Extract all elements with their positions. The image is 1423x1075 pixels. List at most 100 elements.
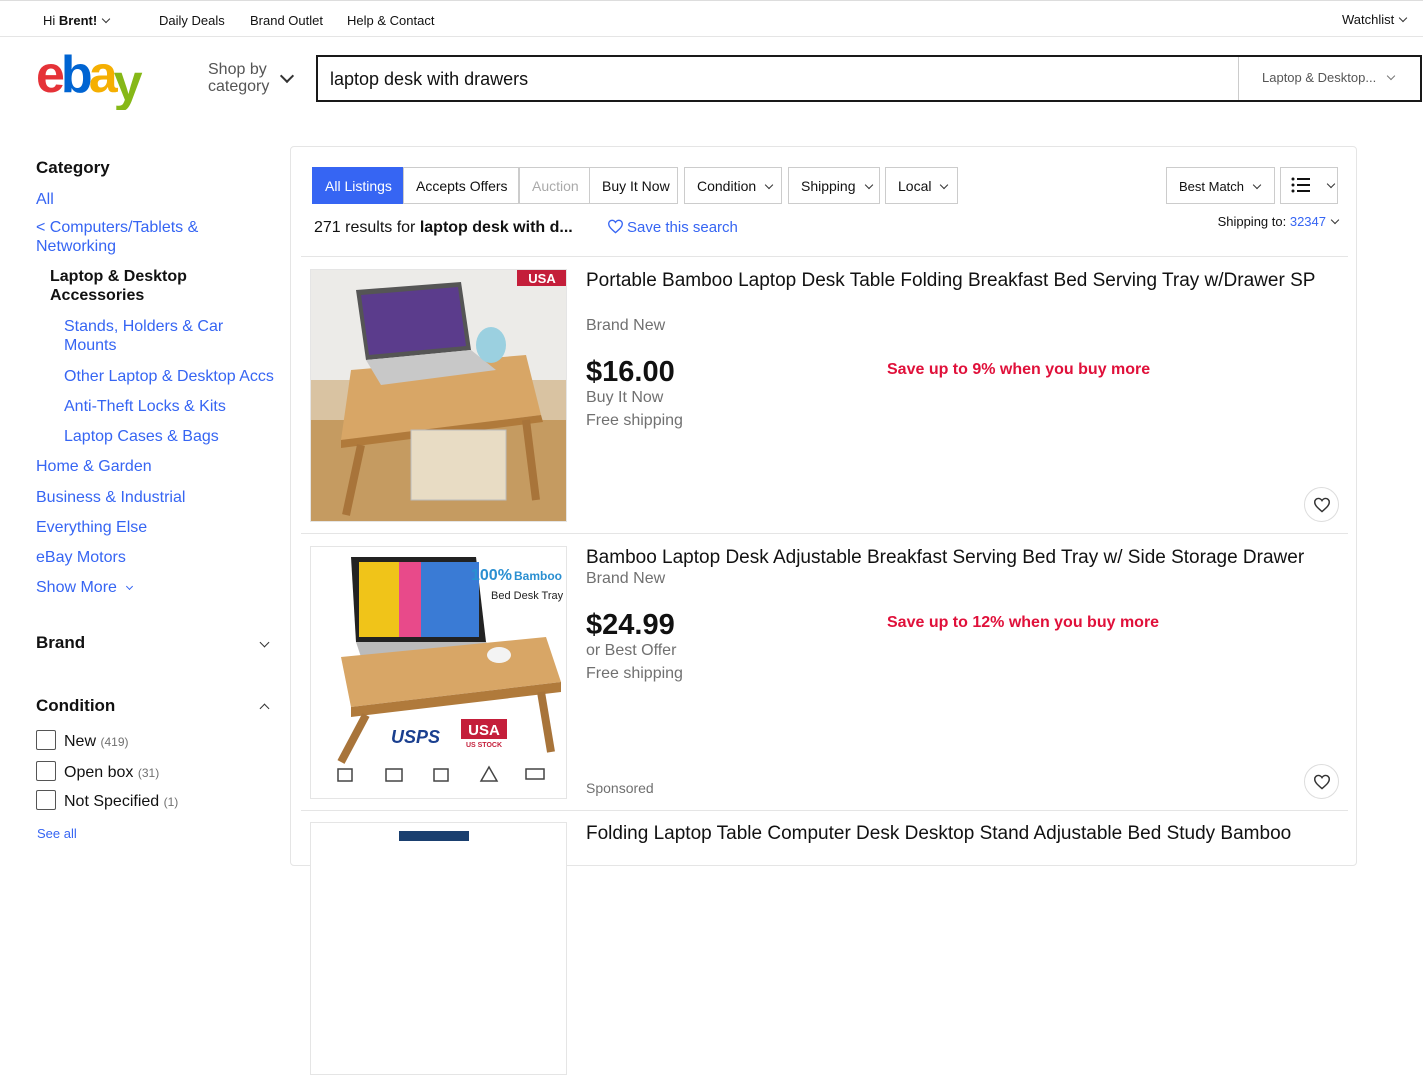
item-format: Buy It Now bbox=[586, 389, 664, 406]
item-promo: Save up to 12% when you buy more bbox=[887, 614, 1160, 631]
chevron-down-icon bbox=[126, 582, 134, 591]
parent-category-link[interactable]: < Computers/Tablets & bbox=[36, 218, 198, 237]
condition-open-box-label[interactable]: Open box (31) bbox=[64, 764, 159, 782]
watchlist-link[interactable]: Watchlist bbox=[1342, 12, 1408, 27]
filter-condition-dropdown[interactable]: Condition bbox=[684, 167, 782, 204]
checkbox-condition-new[interactable] bbox=[36, 730, 56, 750]
chevron-up-icon[interactable] bbox=[259, 703, 270, 714]
results-count: 271 results for laptop desk with d... bbox=[314, 219, 573, 236]
filter-accepts-offers[interactable]: Accepts Offers bbox=[403, 167, 519, 204]
chevron-down-icon bbox=[764, 180, 774, 190]
subcategory-stands-line2[interactable]: Mounts bbox=[64, 336, 116, 355]
filter-auction[interactable]: Auction bbox=[519, 167, 590, 204]
category-select-label: Laptop & Desktop... bbox=[1262, 70, 1377, 85]
item-title-link[interactable]: Bamboo Laptop Desk Adjustable Breakfast … bbox=[586, 546, 1346, 569]
checkbox-condition-not-specified[interactable] bbox=[36, 790, 56, 810]
item-shipping: Free shipping bbox=[586, 665, 683, 682]
top-navigation-bar: Hi Brent! Daily Deals Brand Outlet Help … bbox=[0, 0, 1423, 37]
category-everything-else[interactable]: Everything Else bbox=[36, 518, 147, 537]
see-all-conditions-link[interactable]: See all bbox=[37, 824, 77, 843]
search-input[interactable] bbox=[330, 66, 1230, 92]
subcategory-anti-theft[interactable]: Anti-Theft Locks & Kits bbox=[64, 397, 226, 416]
shipping-zip-link[interactable]: 32347 bbox=[1290, 214, 1326, 229]
item-image[interactable]: USA bbox=[310, 269, 567, 522]
filter-buy-it-now[interactable]: Buy It Now bbox=[589, 167, 678, 204]
chevron-down-icon bbox=[864, 180, 873, 190]
condition-new-label[interactable]: New (419) bbox=[64, 733, 128, 751]
chevron-down-icon bbox=[1399, 13, 1408, 23]
filter-shipping-dropdown[interactable]: Shipping bbox=[788, 167, 880, 204]
chevron-down-icon bbox=[1330, 215, 1340, 225]
shop-by-line1: Shop by bbox=[208, 61, 267, 78]
view-toggle-dropdown[interactable] bbox=[1280, 167, 1338, 204]
show-more-label: Show More bbox=[36, 579, 117, 596]
item-image[interactable]: 100% Bamboo Bed Desk Tray USPS USA US ST… bbox=[310, 546, 567, 799]
help-contact-link[interactable]: Help & Contact bbox=[347, 13, 434, 28]
filter-local-dropdown[interactable]: Local bbox=[885, 167, 958, 204]
shop-by-category-button[interactable]: Shop by category bbox=[208, 61, 269, 95]
subcategory-other-accs[interactable]: Other Laptop & Desktop Accs bbox=[64, 367, 274, 386]
filter-all-listings[interactable]: All Listings bbox=[312, 167, 403, 204]
usa-badge-text: USA bbox=[528, 271, 556, 286]
item-format: or Best Offer bbox=[586, 642, 677, 659]
sort-dropdown[interactable]: Best Match bbox=[1166, 167, 1275, 204]
category-ebay-motors[interactable]: eBay Motors bbox=[36, 548, 126, 567]
sort-label: Best Match bbox=[1179, 179, 1245, 194]
watch-item-button[interactable] bbox=[1304, 764, 1339, 799]
shipping-to[interactable]: Shipping to: 32347 bbox=[1218, 214, 1340, 229]
svg-text:ebay: ebay bbox=[36, 50, 143, 110]
chevron-down-icon bbox=[1386, 71, 1396, 81]
img-usps-logo: USPS bbox=[391, 727, 440, 747]
daily-deals-link[interactable]: Daily Deals bbox=[159, 13, 225, 28]
brand-heading[interactable]: Brand bbox=[36, 633, 85, 652]
results-panel: All Listings Accepts Offers Auction Buy … bbox=[290, 146, 1357, 1075]
condition-not-specified-label[interactable]: Not Specified (1) bbox=[64, 793, 178, 811]
item-title-link[interactable]: Folding Laptop Table Computer Desk Deskt… bbox=[586, 822, 1346, 845]
category-heading: Category bbox=[36, 158, 110, 177]
category-home-garden[interactable]: Home & Garden bbox=[36, 457, 152, 476]
heart-icon bbox=[1313, 497, 1331, 513]
current-category-line2: Accessories bbox=[50, 287, 145, 304]
sponsored-label: Sponsored bbox=[586, 780, 654, 796]
save-search-link[interactable]: Save this search bbox=[607, 219, 738, 236]
item-condition: Brand New bbox=[586, 570, 666, 587]
filter-shipping-label: Shipping bbox=[801, 178, 856, 194]
item-title-link[interactable]: Portable Bamboo Laptop Desk Table Foldin… bbox=[586, 269, 1346, 292]
img-bamboo-word: Bamboo bbox=[514, 569, 562, 583]
show-more-link[interactable]: Show More bbox=[36, 578, 134, 597]
list-view-icon bbox=[1291, 177, 1310, 193]
divider bbox=[301, 256, 1348, 257]
item-price: $16.00 bbox=[586, 356, 675, 388]
brand-outlet-link[interactable]: Brand Outlet bbox=[250, 13, 323, 28]
item-promo: Save up to 9% when you buy more bbox=[887, 361, 1151, 378]
heart-icon bbox=[607, 219, 624, 234]
chevron-down-icon[interactable] bbox=[259, 637, 270, 648]
condition-heading[interactable]: Condition bbox=[36, 696, 115, 715]
img-usa-flag-text: USA bbox=[468, 722, 500, 739]
item-image[interactable] bbox=[310, 822, 567, 1075]
filter-local-label: Local bbox=[898, 178, 932, 194]
greeting-name: Brent! bbox=[58, 13, 98, 28]
divider bbox=[301, 810, 1348, 811]
watch-item-button[interactable] bbox=[1304, 487, 1339, 522]
category-select[interactable]: Laptop & Desktop... bbox=[1238, 57, 1422, 100]
greeting-prefix: Hi bbox=[43, 13, 59, 28]
item-shipping: Free shipping bbox=[586, 412, 683, 429]
current-category: Laptop & Desktop bbox=[50, 268, 187, 285]
img-us-stock: US STOCK bbox=[466, 742, 502, 749]
subcategory-cases-bags[interactable]: Laptop Cases & Bags bbox=[64, 427, 219, 446]
chevron-down-icon bbox=[940, 180, 949, 190]
chevron-down-icon bbox=[1326, 179, 1336, 189]
checkbox-condition-open-box[interactable] bbox=[36, 761, 56, 781]
category-all-link[interactable]: All bbox=[36, 190, 54, 209]
category-business-industrial[interactable]: Business & Industrial bbox=[36, 488, 185, 507]
img-bed-desk-tray: Bed Desk Tray bbox=[491, 590, 564, 602]
img-bamboo-percent: 100% bbox=[471, 567, 512, 584]
subcategory-stands[interactable]: Stands, Holders & Car bbox=[64, 317, 223, 336]
ebay-logo[interactable]: ebay bbox=[36, 50, 172, 110]
user-greeting[interactable]: Hi Brent! bbox=[43, 13, 111, 28]
chevron-down-icon bbox=[101, 14, 111, 24]
parent-category-link-line2[interactable]: Networking bbox=[36, 237, 116, 256]
item-condition: Brand New bbox=[586, 317, 666, 334]
chevron-down-icon[interactable] bbox=[279, 68, 295, 84]
